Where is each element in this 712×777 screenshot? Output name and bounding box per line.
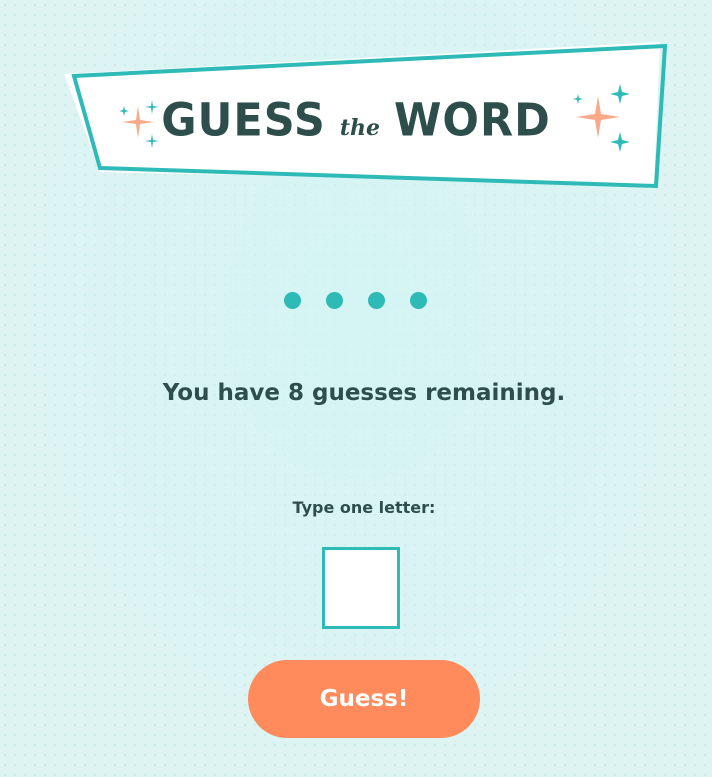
hidden-letter-slot <box>284 292 301 309</box>
hidden-letter-slot <box>410 292 427 309</box>
hidden-word-slots <box>284 292 427 309</box>
title-word-word: WORD <box>393 94 551 148</box>
guesses-remaining-message: You have 8 guesses remaining. <box>162 380 566 406</box>
hidden-letter-slot <box>368 292 385 309</box>
page-title: GUESS the WORD <box>100 94 612 152</box>
title-word-guess: GUESS <box>161 94 326 148</box>
letter-input-label: Type one letter: <box>292 498 436 517</box>
letter-input[interactable] <box>322 547 400 629</box>
guess-button[interactable]: Guess! <box>248 660 480 738</box>
hidden-letter-slot <box>326 292 343 309</box>
title-word-the: the <box>339 115 380 141</box>
